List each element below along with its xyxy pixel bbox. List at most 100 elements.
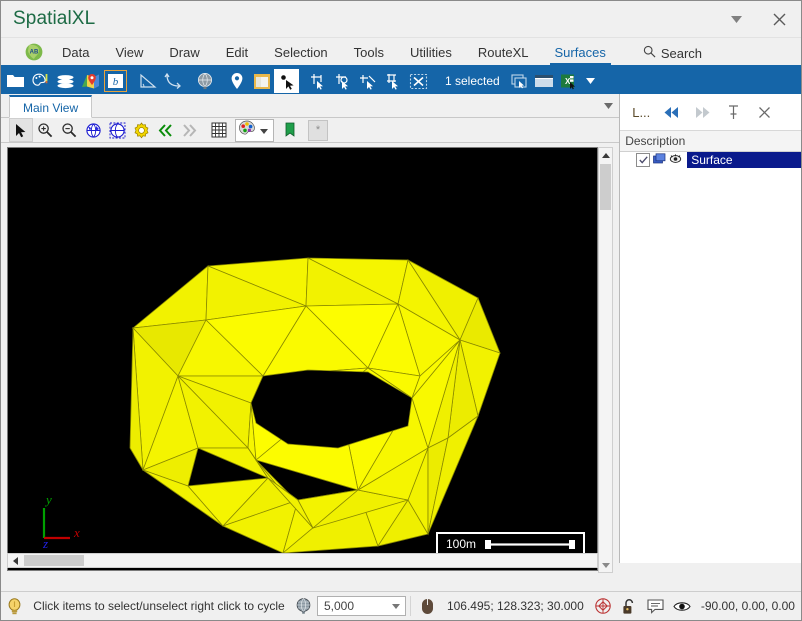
scale-value: 5,000	[323, 599, 355, 613]
menu-item-routexl[interactable]: RouteXL	[465, 41, 542, 65]
scrollbar-thumb[interactable]	[24, 555, 84, 566]
map-marker-map-icon[interactable]	[78, 69, 103, 93]
pin-icon[interactable]	[718, 97, 749, 127]
menu-item-tools[interactable]: Tools	[341, 41, 397, 65]
chevron-down-icon[interactable]	[597, 94, 619, 117]
grid-icon[interactable]	[207, 118, 231, 142]
caret-up-icon[interactable]	[599, 148, 612, 162]
close-icon[interactable]	[749, 97, 780, 127]
color-palette-button[interactable]	[235, 118, 274, 142]
step-forward-icon[interactable]	[177, 118, 201, 142]
measure-angle-icon[interactable]	[135, 69, 160, 93]
move-selection-icon[interactable]	[306, 69, 331, 93]
menu-bar: AB Data View Draw Edit Selection Tools U…	[1, 38, 801, 68]
place-pin-icon[interactable]	[224, 69, 249, 93]
svg-text:z: z	[42, 536, 48, 548]
boundary-icon[interactable]: b	[103, 69, 128, 93]
layers-icon[interactable]	[653, 153, 666, 167]
pointer-select-icon[interactable]	[9, 118, 33, 142]
layers-tree[interactable]: Surface	[620, 152, 801, 563]
rotate-selection-icon[interactable]	[331, 69, 356, 93]
search-label: Search	[660, 45, 703, 61]
nav-forward-icon[interactable]	[687, 97, 718, 127]
tab-main-view[interactable]: Main View	[9, 95, 93, 118]
select-point-cursor-icon[interactable]	[274, 69, 299, 93]
mouse-icon	[415, 592, 441, 620]
menu-item-data[interactable]: Data	[49, 41, 102, 65]
svg-text:x: x	[73, 525, 80, 540]
coordinate-transform-icon[interactable]	[160, 69, 185, 93]
zoom-in-icon[interactable]	[33, 118, 57, 142]
layers-panel-header: L...	[620, 94, 801, 131]
view-angles-readout: -90.00, 0.00, 0.00	[700, 599, 795, 613]
chevron-down-icon[interactable]	[387, 603, 405, 609]
open-folder-icon[interactable]	[3, 69, 28, 93]
export-excel-icon[interactable]: X	[557, 69, 582, 93]
visibility-eye-icon[interactable]	[669, 153, 682, 167]
tree-column-header: Description	[620, 131, 801, 152]
layer-visibility-checkbox[interactable]	[636, 153, 651, 167]
zoom-out-icon[interactable]	[57, 118, 81, 142]
zoom-previous-globe-icon[interactable]	[105, 118, 129, 142]
menu-item-surfaces[interactable]: Surfaces	[542, 41, 619, 66]
resize-selection-icon[interactable]	[381, 69, 406, 93]
snap-target-icon[interactable]	[590, 592, 616, 620]
caret-down-icon[interactable]	[599, 558, 612, 572]
zoom-extents-globe-icon[interactable]	[81, 118, 105, 142]
search-box[interactable]: Search	[633, 41, 712, 65]
status-bar: Click items to select/unselect right cli…	[1, 591, 801, 620]
viewport-horizontal-scrollbar[interactable]	[7, 553, 598, 568]
lightbulb-icon	[1, 592, 27, 620]
scale-bar-graphic	[485, 539, 575, 549]
menu-item-draw[interactable]: Draw	[156, 41, 212, 65]
unlocked-padlock-icon[interactable]	[616, 592, 642, 620]
document-area: Main View * y x z 100m	[1, 94, 620, 573]
copy-selection-icon[interactable]	[507, 69, 532, 93]
scrollbar-thumb[interactable]	[600, 164, 612, 210]
list-item[interactable]: Surface	[620, 152, 801, 168]
coordinates-readout: 106.495; 128.323; 30.000	[446, 599, 584, 613]
viewport-vertical-scrollbar[interactable]	[598, 147, 614, 573]
message-icon[interactable]	[642, 592, 668, 620]
svg-text:y: y	[44, 492, 52, 507]
eye-icon[interactable]	[669, 592, 695, 620]
axis-indicator: y x z	[26, 490, 88, 551]
clear-selection-icon[interactable]	[406, 69, 431, 93]
view-toolbar: *	[1, 118, 620, 143]
color-palette-icon	[238, 120, 257, 140]
menu-item-utilities[interactable]: Utilities	[397, 41, 465, 65]
globe-africa-icon[interactable]: AB	[19, 40, 49, 64]
table-report-icon[interactable]	[532, 69, 557, 93]
ribbon-toolbar: b 1 selected X	[1, 68, 801, 94]
selection-count-label: 1 selected	[445, 74, 500, 88]
title-bar: SpatialXL	[1, 1, 801, 38]
3d-viewport[interactable]: y x z 100m	[7, 147, 598, 571]
page-title: SpatialXL	[13, 8, 96, 29]
layers-panel-title: L...	[632, 104, 651, 120]
nav-back-icon[interactable]	[656, 97, 687, 127]
palette-tools-icon[interactable]	[28, 69, 53, 93]
search-icon	[643, 45, 656, 61]
globe-icon[interactable]	[192, 69, 217, 93]
step-back-icon[interactable]	[153, 118, 177, 142]
scale-combobox[interactable]: 5,000	[316, 596, 406, 616]
chevron-down-icon[interactable]	[715, 1, 757, 37]
menu-item-edit[interactable]: Edit	[213, 41, 261, 65]
map-window-icon[interactable]	[249, 69, 274, 93]
close-icon[interactable]	[757, 1, 801, 37]
window-controls	[715, 1, 801, 37]
menu-item-view[interactable]: View	[102, 41, 156, 65]
svg-text:b: b	[113, 76, 119, 88]
star-icon[interactable]: *	[308, 119, 328, 141]
svg-text:AB: AB	[30, 50, 39, 56]
caret-left-icon[interactable]	[8, 554, 22, 567]
menu-item-selection[interactable]: Selection	[261, 41, 340, 65]
view-settings-gear-icon[interactable]	[129, 118, 153, 142]
status-hint-text: Click items to select/unselect right cli…	[33, 599, 285, 613]
add-selection-icon[interactable]	[356, 69, 381, 93]
bookmark-flag-icon[interactable]	[278, 118, 302, 142]
chevron-down-icon[interactable]	[257, 123, 271, 137]
overflow-caret-icon[interactable]	[582, 69, 600, 93]
globe-wire-icon[interactable]	[291, 592, 317, 620]
layers-stack-icon[interactable]	[53, 69, 78, 93]
